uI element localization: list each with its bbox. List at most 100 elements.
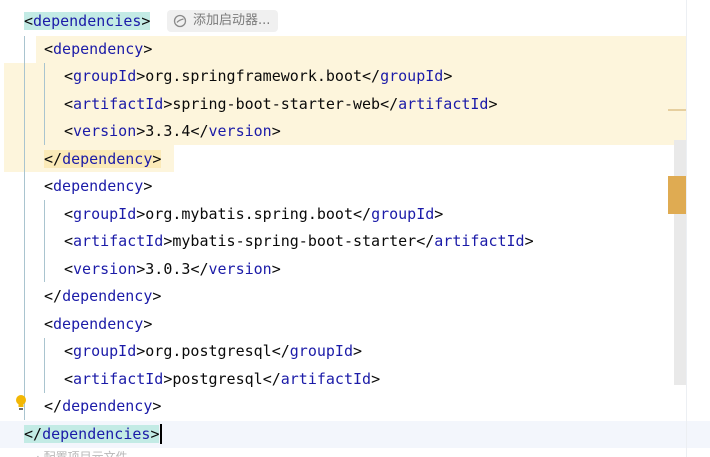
tag-name: groupId (73, 67, 137, 85)
opening-tag: <groupId> (64, 67, 145, 85)
tag-bracket: > (143, 314, 153, 333)
code-line[interactable]: <dependency> (0, 173, 152, 201)
tag-bracket: > (136, 259, 146, 278)
tag-bracket: </ (44, 287, 63, 305)
code-line[interactable]: </dependency> (0, 283, 161, 311)
tag-name: dependency (62, 149, 153, 168)
tag-bracket: > (136, 204, 146, 223)
closing-tag: </artifactId> (263, 370, 380, 388)
tag-bracket: </ (380, 94, 399, 113)
tag-bracket: < (64, 342, 74, 360)
starter-icon (173, 14, 187, 28)
tag-name: version (73, 259, 137, 278)
code-line[interactable]: <dependency> (0, 311, 152, 339)
code-line[interactable]: <artifactId>postgresql</artifactId> (0, 366, 380, 394)
tag-bracket: </ (190, 259, 209, 278)
opening-tag: <dependency> (44, 177, 152, 195)
tag-name: groupId (289, 342, 353, 360)
tag-name: dependency (62, 397, 153, 415)
code-line[interactable]: <groupId>org.mybatis.spring.boot</groupI… (0, 201, 443, 229)
tag-value: 3.3.4 (145, 122, 191, 140)
tag-bracket: < (64, 369, 74, 388)
code-line[interactable]: <artifactId>mybatis-spring-boot-starter<… (0, 228, 534, 256)
tag-value: mybatis-spring-boot-starter (172, 232, 417, 250)
tag-bracket: > (152, 149, 162, 168)
code-line[interactable]: <version>3.3.4</version> (0, 118, 281, 146)
tag-bracket: < (64, 67, 74, 85)
code-line[interactable]: <groupId>org.springframework.boot</group… (0, 63, 452, 91)
footer-hint: · 配置项目元文件 (36, 450, 128, 457)
tag-name: artifactId (73, 232, 164, 250)
closing-tag: </version> (190, 260, 280, 278)
add-starter-label: 添加启动器... (193, 13, 271, 28)
closing-tag: </dependency> (44, 397, 161, 415)
tag-bracket: > (488, 94, 498, 113)
tag-bracket: < (64, 259, 74, 278)
tag-bracket: </ (44, 149, 63, 168)
tag-value: 3.0.3 (145, 259, 191, 278)
tag-name: groupId (73, 342, 137, 360)
tag-bracket: < (44, 39, 54, 58)
opening-tag: <artifactId> (64, 232, 172, 250)
add-starter-hint[interactable]: 添加启动器... (167, 10, 279, 32)
tag-bracket: </ (362, 67, 381, 85)
tag-name: artifactId (434, 232, 525, 250)
tag-bracket: > (136, 342, 146, 360)
tag-bracket: </ (271, 342, 290, 360)
closing-tag: </version> (190, 122, 280, 140)
tag-name: version (208, 259, 272, 278)
tag-bracket: > (141, 12, 151, 30)
code-line[interactable]: <artifactId>spring-boot-starter-web</art… (0, 91, 498, 119)
tag-bracket: </ (44, 397, 63, 415)
code-line[interactable]: <groupId>org.postgresql</groupId> (0, 338, 362, 366)
code-line[interactable]: </dependencies> (0, 420, 710, 448)
tag-value: org.springframework.boot (145, 67, 363, 85)
tag-bracket: > (136, 67, 146, 85)
closing-tag: </groupId> (362, 67, 452, 85)
closing-tag: </groupId> (272, 342, 362, 360)
opening-tag: <dependencies> (24, 12, 151, 30)
tag-name: dependency (53, 39, 144, 58)
tag-name: dependencies (33, 12, 142, 30)
closing-tag: </dependencies> (24, 424, 160, 443)
tag-name: groupId (380, 67, 444, 85)
tag-bracket: > (371, 369, 381, 388)
tag-bracket: </ (24, 424, 43, 443)
tag-bracket: > (143, 39, 153, 58)
closing-tag: </artifactId> (380, 95, 497, 113)
tag-bracket: </ (416, 232, 435, 250)
editor-right-divider (686, 0, 687, 457)
closing-tag: </dependency> (44, 287, 161, 305)
opening-tag: <dependency> (44, 40, 152, 58)
tag-name: artifactId (73, 94, 164, 113)
tag-name: dependency (53, 314, 144, 333)
tag-name: dependency (53, 177, 144, 195)
code-line[interactable]: <dependency> (0, 36, 152, 64)
tag-bracket: < (64, 204, 74, 223)
text-caret (160, 424, 163, 444)
tag-value: spring-boot-starter-web (172, 94, 381, 113)
tag-value: org.mybatis.spring.boot (145, 204, 353, 223)
tag-name: artifactId (73, 369, 164, 388)
tag-bracket: > (152, 397, 162, 415)
tag-bracket: > (434, 204, 444, 223)
scrollbar-thumb[interactable] (668, 176, 686, 214)
opening-tag: <dependency> (44, 315, 152, 333)
opening-tag: <artifactId> (64, 95, 172, 113)
tag-bracket: > (152, 287, 162, 305)
opening-tag: <artifactId> (64, 370, 172, 388)
tag-name: groupId (371, 204, 435, 223)
code-line[interactable]: </dependency> (0, 146, 162, 174)
opening-tag: <groupId> (64, 342, 145, 360)
tag-bracket: < (64, 122, 74, 140)
code-line[interactable]: <dependencies> (0, 8, 151, 36)
tag-bracket: < (64, 232, 74, 250)
code-line[interactable]: <version>3.0.3</version> (0, 256, 281, 284)
opening-tag: <version> (64, 122, 145, 140)
tag-bracket: </ (190, 122, 209, 140)
tag-name: groupId (73, 204, 137, 223)
tag-bracket: < (24, 12, 34, 30)
lightbulb-icon[interactable] (14, 394, 28, 412)
closing-tag: </artifactId> (416, 232, 533, 250)
code-editor[interactable]: <dependencies> <dependency> <groupId>org.s… (0, 0, 710, 457)
